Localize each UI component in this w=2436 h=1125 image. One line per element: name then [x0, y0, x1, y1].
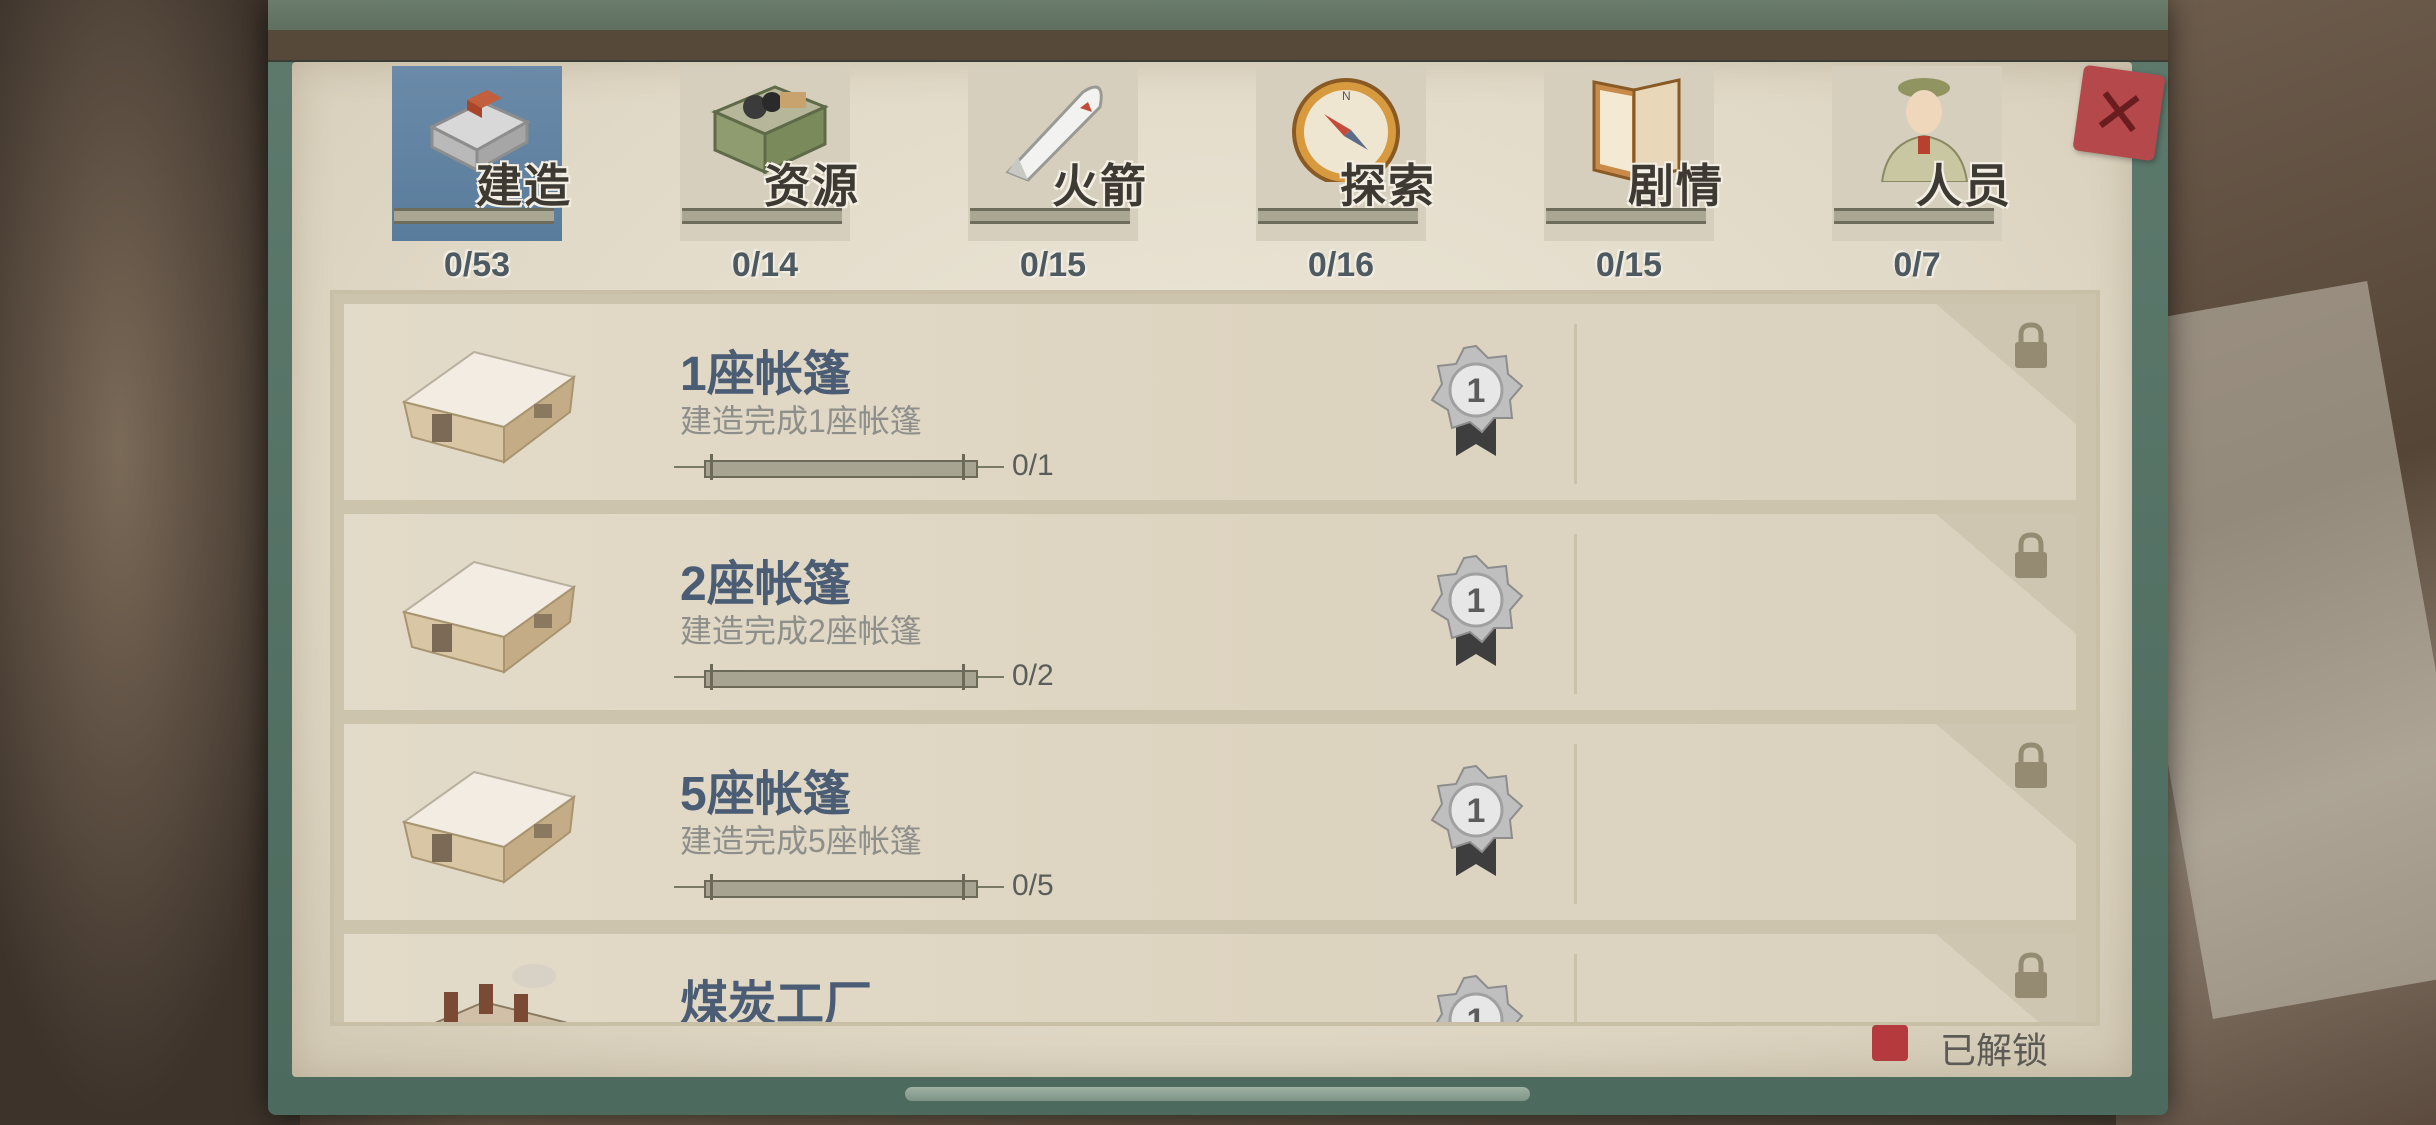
achievement-progress: 0/5 — [1012, 869, 1054, 902]
achievement-progress-bar — [674, 454, 1004, 480]
achievement-title: 5座帐篷 — [680, 768, 851, 821]
tab-label: 人员 — [1916, 160, 2012, 212]
lock-icon — [2015, 952, 2047, 998]
tent-icon — [401, 560, 577, 675]
unlocked-legend-label: 已解锁 — [1940, 1030, 2049, 1071]
achievement-row[interactable]: 煤炭工厂 1 — [344, 934, 2076, 1026]
tab-progress-bar — [1258, 208, 1418, 224]
medal-level: 1 — [1467, 372, 1486, 410]
row-divider — [1574, 324, 1577, 484]
achievement-progress-bar — [674, 664, 1004, 690]
tab-personnel[interactable]: 人员 0/7 — [1812, 62, 2022, 292]
tab-label: 建造 — [476, 160, 572, 212]
scrollbar[interactable] — [905, 1087, 1530, 1101]
medal-level: 1 — [1467, 582, 1486, 620]
achievement-row[interactable]: 2座帐篷 建造完成2座帐篷 0/2 1 — [344, 514, 2076, 710]
coal-factory-icon — [434, 964, 568, 1022]
achievement-description: 建造完成5座帐篷 — [680, 823, 922, 859]
achievement-row[interactable]: 5座帐篷 建造完成5座帐篷 0/5 1 — [344, 724, 2076, 920]
row-corner — [1936, 724, 2076, 844]
background-left — [0, 0, 300, 1125]
achievement-description: 建造完成2座帐篷 — [680, 613, 922, 649]
tab-count: 0/7 — [1893, 246, 1941, 284]
tent-icon — [401, 350, 577, 465]
row-corner — [1936, 304, 2076, 424]
tent-icon — [401, 770, 577, 885]
medal-icon: 1 — [1430, 764, 1524, 876]
tab-label: 探索 — [1340, 160, 1436, 212]
tab-count: 0/14 — [731, 246, 799, 284]
tab-count: 0/15 — [1019, 246, 1087, 284]
achievement-row[interactable]: 1座帐篷 建造完成1座帐篷 0/1 1 — [344, 304, 2076, 500]
medal-level: 1 — [1467, 1002, 1486, 1026]
close-button[interactable]: ✕ — [2072, 64, 2166, 162]
tab-story[interactable]: 剧情 0/15 — [1524, 62, 1734, 292]
tab-rocket[interactable]: 火箭 0/15 — [948, 62, 1158, 292]
achievement-description: 建造完成1座帐篷 — [680, 403, 922, 439]
lock-icon — [2015, 322, 2047, 368]
medal-icon: 1 — [1430, 554, 1524, 666]
medal-icon: 1 — [1435, 974, 1524, 1026]
tab-progress-bar — [682, 208, 842, 224]
tab-progress-bar — [970, 208, 1130, 224]
tab-label: 资源 — [764, 160, 860, 212]
lock-icon — [2015, 742, 2047, 788]
tab-progress-bar — [1834, 208, 1994, 224]
achievement-list[interactable]: 1座帐篷 建造完成1座帐篷 0/1 1 2座帐篷 建造完成2座帐篷 0/2 1 … — [330, 290, 2100, 1026]
svg-text:N: N — [1342, 89, 1351, 103]
row-divider — [1574, 744, 1577, 904]
row-corner — [1936, 934, 2076, 1022]
tab-label: 火箭 — [1052, 160, 1148, 212]
achievement-title: 1座帐篷 — [680, 348, 851, 401]
row-divider — [1574, 534, 1577, 694]
binder-strip — [268, 30, 2168, 60]
tab-count: 0/15 — [1595, 246, 1663, 284]
row-divider — [1574, 954, 1577, 1022]
tab-count: 0/53 — [443, 246, 511, 284]
close-icon: ✕ — [2087, 73, 2151, 153]
achievement-progress-bar — [674, 874, 1004, 900]
tab-resources[interactable]: 资源 0/14 — [660, 62, 870, 292]
lock-icon — [2015, 532, 2047, 578]
tab-build[interactable]: 建造 0/53 — [372, 62, 582, 292]
achievement-progress: 0/2 — [1012, 659, 1054, 692]
tab-count: 0/16 — [1307, 246, 1375, 284]
row-corner — [1936, 514, 2076, 634]
tab-explore[interactable]: N 探索 0/16 — [1236, 62, 1446, 292]
unlocked-legend-swatch — [1872, 1025, 1908, 1061]
tab-progress-bar — [1546, 208, 1706, 224]
tab-progress-bar — [394, 208, 554, 224]
tab-label: 剧情 — [1628, 160, 1724, 212]
achievement-title: 煤炭工厂 — [680, 978, 873, 1026]
achievement-progress: 0/1 — [1012, 449, 1054, 482]
achievement-title: 2座帐篷 — [680, 558, 851, 611]
medal-icon: 1 — [1430, 344, 1524, 456]
medal-level: 1 — [1467, 792, 1486, 830]
